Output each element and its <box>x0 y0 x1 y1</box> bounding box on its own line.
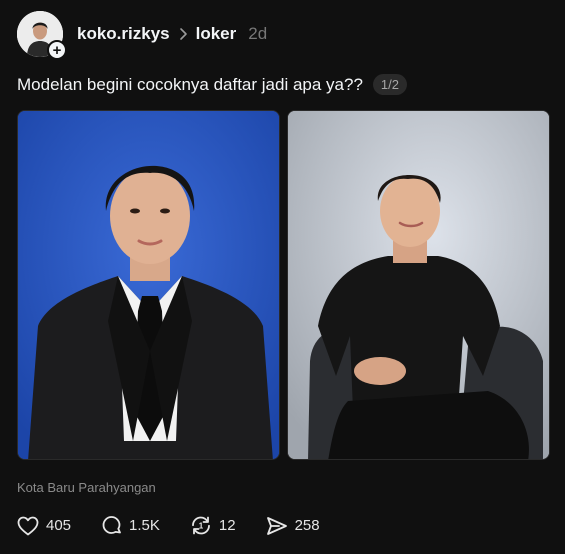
reply-count: 1.5K <box>129 517 160 534</box>
comment-icon <box>102 516 121 534</box>
post-image-2[interactable] <box>287 110 550 460</box>
chevron-right-icon <box>179 27 188 41</box>
post-caption: Modelan begini cocoknya daftar jadi apa … <box>17 74 407 95</box>
username[interactable]: koko.rizkys <box>77 24 170 44</box>
post-image-1[interactable] <box>17 110 280 460</box>
like-button[interactable]: 405 <box>17 516 71 536</box>
post-header: + koko.rizkys loker 2d <box>17 11 268 60</box>
repost-button[interactable]: 1 12 <box>190 515 236 536</box>
send-icon <box>266 516 287 535</box>
heart-icon <box>17 516 39 535</box>
like-count: 405 <box>46 517 72 534</box>
image-counter: 1/2 <box>372 74 407 95</box>
repost-count: 12 <box>218 517 236 534</box>
caption-text: Modelan begini cocoknya daftar jadi apa … <box>17 74 363 94</box>
share-count: 258 <box>294 517 320 534</box>
repost-icon: 1 <box>191 516 210 535</box>
svg-text:1: 1 <box>199 522 204 531</box>
reply-button[interactable]: 1.5K <box>101 515 160 536</box>
share-button[interactable]: 258 <box>266 516 320 536</box>
location-label[interactable]: Kota Baru Parahyangan <box>17 480 156 495</box>
community-name[interactable]: loker <box>196 24 237 44</box>
action-bar: 405 1.5K 1 12 258 <box>17 515 350 536</box>
plus-icon[interactable]: + <box>47 40 67 60</box>
post-time: 2d <box>248 24 268 43</box>
avatar[interactable]: + <box>17 11 67 60</box>
